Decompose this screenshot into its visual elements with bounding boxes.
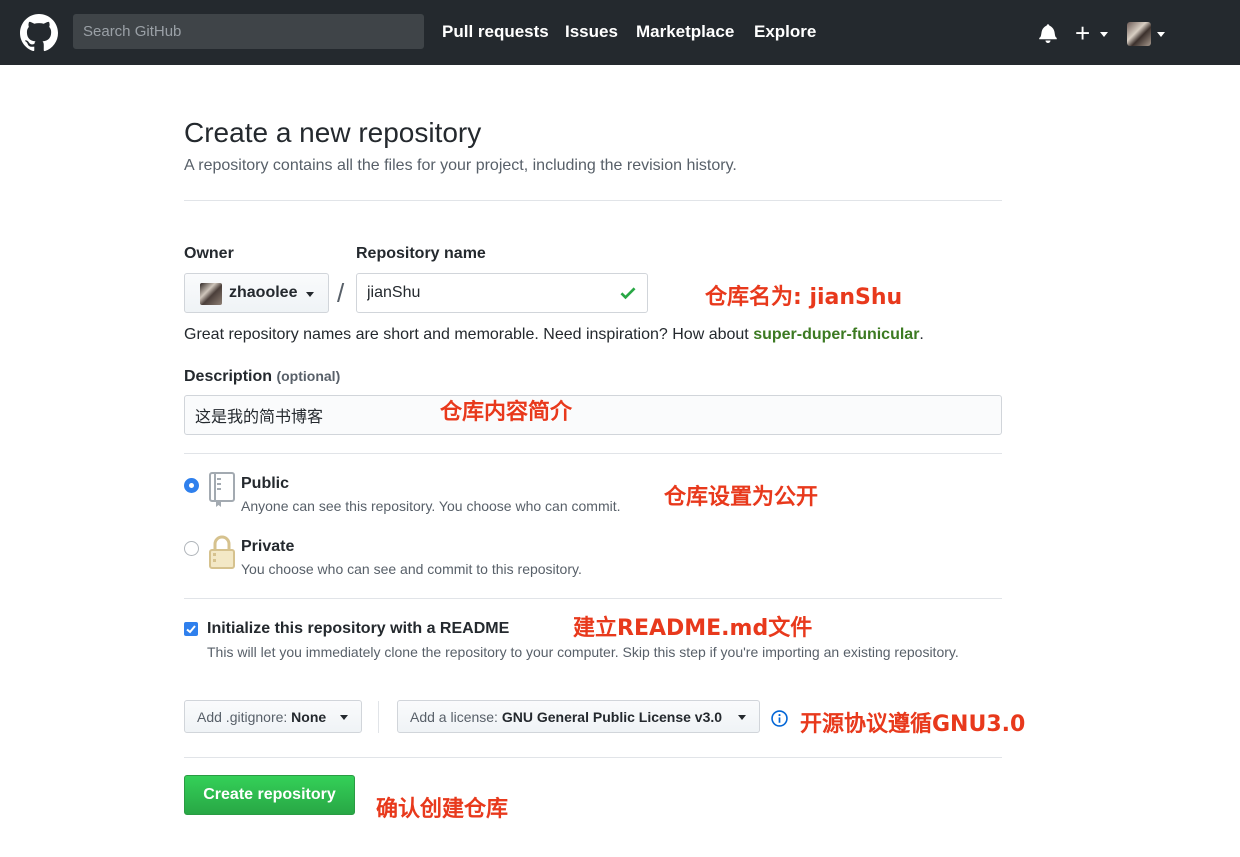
gitignore-select-button[interactable]: Add .gitignore: None <box>184 700 362 733</box>
chevron-down-icon <box>340 715 348 720</box>
description-input[interactable] <box>185 396 1001 434</box>
repo-book-icon <box>209 472 235 507</box>
private-description: You choose who can see and commit to thi… <box>241 561 582 577</box>
repo-name-field[interactable] <box>356 273 648 313</box>
chevron-down-icon <box>738 715 746 720</box>
init-readme-title: Initialize this repository with a README <box>207 620 510 637</box>
chevron-down-icon[interactable] <box>1100 32 1108 37</box>
check-icon <box>620 287 636 300</box>
owner-name: zhaoolee <box>229 284 298 301</box>
annotation-description: 仓库内容简介 <box>440 400 573 425</box>
top-navbar: Pull requests Issues Marketplace Explore… <box>0 0 1240 65</box>
init-readme-description: This will let you immediately clone the … <box>207 644 959 660</box>
public-title: Public <box>241 475 290 492</box>
github-logo-icon[interactable] <box>20 14 58 52</box>
page-subtitle: A repository contains all the files for … <box>184 157 737 174</box>
license-prefix: Add a license: <box>410 709 502 725</box>
owner-select-button[interactable]: zhaoolee <box>184 273 329 313</box>
search-input[interactable] <box>74 15 423 48</box>
nav-explore[interactable]: Explore <box>754 22 816 42</box>
nav-pull-requests[interactable]: Pull requests <box>442 22 549 42</box>
description-label: Description (optional) <box>184 368 340 386</box>
owner-label: Owner <box>184 245 234 262</box>
public-radio[interactable] <box>184 478 199 493</box>
lock-icon <box>209 535 235 569</box>
vertical-divider <box>378 701 379 733</box>
hint-end: . <box>919 326 924 343</box>
chevron-down-icon[interactable] <box>1157 32 1165 37</box>
init-readme-checkbox[interactable] <box>184 622 198 636</box>
user-avatar[interactable] <box>1127 22 1151 46</box>
gitignore-prefix: Add .gitignore: <box>197 709 292 725</box>
description-label-text: Description <box>184 368 273 385</box>
divider <box>184 200 1002 201</box>
description-field[interactable] <box>184 395 1002 435</box>
name-suggestion-link[interactable]: super-duper-funicular <box>753 326 919 343</box>
divider <box>184 453 1002 454</box>
notification-bell-icon[interactable] <box>1038 23 1058 43</box>
divider <box>184 598 1002 599</box>
info-icon[interactable] <box>771 710 788 727</box>
chevron-down-icon <box>306 292 314 297</box>
private-radio[interactable] <box>184 541 199 556</box>
search-box[interactable] <box>73 14 424 49</box>
hint-text: Great repository names are short and mem… <box>184 326 754 343</box>
divider <box>184 757 1002 758</box>
repo-name-hint: Great repository names are short and mem… <box>184 326 924 344</box>
annotation-repo-name: 仓库名为: jianShu <box>705 285 903 310</box>
annotation-create: 确认创建仓库 <box>376 797 509 822</box>
annotation-readme: 建立README.md文件 <box>573 616 813 641</box>
gitignore-value: None <box>291 709 327 725</box>
private-title: Private <box>241 538 295 555</box>
owner-repo-separator: / <box>337 278 345 308</box>
repo-name-label: Repository name <box>356 245 486 262</box>
annotation-license: 开源协议遵循GNU3.0 <box>800 712 1026 737</box>
license-value: GNU General Public License v3.0 <box>501 709 723 725</box>
create-repository-button[interactable]: Create repository <box>184 775 355 815</box>
license-select-button[interactable]: Add a license: GNU General Public Licens… <box>397 700 760 733</box>
annotation-public: 仓库设置为公开 <box>664 485 819 510</box>
create-new-plus-icon[interactable]: + <box>1075 18 1090 48</box>
nav-issues[interactable]: Issues <box>565 22 618 42</box>
nav-marketplace[interactable]: Marketplace <box>636 22 734 42</box>
public-description: Anyone can see this repository. You choo… <box>241 498 621 514</box>
optional-tag: (optional) <box>276 368 341 384</box>
repo-name-input[interactable] <box>357 274 607 312</box>
page-title: Create a new repository <box>184 117 482 148</box>
checkmark-icon <box>186 625 196 634</box>
owner-avatar <box>200 283 222 305</box>
